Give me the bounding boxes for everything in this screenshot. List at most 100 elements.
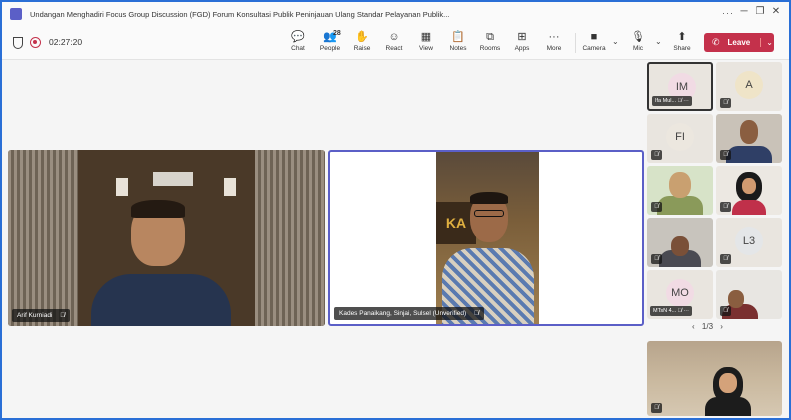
mic-button[interactable]: 🎙 Mic [621, 30, 655, 58]
next-page-icon[interactable]: › [720, 322, 723, 331]
person-body [705, 397, 751, 416]
background-cabinet [255, 150, 325, 326]
people-button[interactable]: 👥 28 People [313, 30, 347, 58]
close-button[interactable]: ✕ [768, 6, 784, 17]
camera-options-chevron-icon[interactable]: ⌄ [612, 37, 619, 46]
participant-name: Kades Panaikang, Sinjai, Sulsel (Unverif… [339, 310, 467, 317]
person-body [726, 146, 772, 163]
phone-hangup-icon: ✆ [712, 37, 720, 47]
raise-hand-icon: ✋ [355, 31, 369, 43]
mic-off-icon: 🎙̸ [720, 98, 731, 108]
mic-off-icon: 🎙̸ [60, 312, 66, 319]
avatar: A [735, 71, 763, 99]
teams-meeting-window: Undangan Menghadiri Focus Group Discussi… [2, 2, 789, 418]
video-tile-arif[interactable]: Arif Kurniadi 🎙̸ [8, 150, 325, 326]
chat-button[interactable]: 💬 Chat [281, 30, 315, 58]
minimize-button[interactable]: ─ [736, 6, 752, 17]
gallery-tile-a[interactable]: A 🎙̸ [716, 62, 782, 111]
gallery-tile-fi[interactable]: FI 🎙̸ [647, 114, 713, 163]
react-button[interactable]: ☺ React [377, 30, 411, 58]
more-icon: ··· [548, 31, 560, 43]
person-head [728, 290, 744, 308]
notes-icon: 📋 [451, 31, 465, 43]
mic-off-icon: 🎙̸ [651, 150, 662, 160]
rooms-label: Rooms [479, 45, 501, 52]
participant-name-tag: Arif Kurniadi 🎙̸ [12, 309, 71, 322]
participant-person [83, 200, 231, 326]
glasses [474, 210, 504, 217]
person-head [669, 172, 691, 198]
gallery-tile-im[interactable]: IM Ifa Mul... 🎙̸ ··· [647, 62, 713, 111]
camera-icon: ■ [590, 31, 598, 43]
gallery-tile-video[interactable]: 🎙̸ [647, 166, 713, 215]
view-label: View [419, 45, 433, 52]
meeting-stage: Arif Kurniadi 🎙̸ KA Kades Panaikang, Sin… [2, 60, 789, 418]
self-view-video[interactable]: 🎙̸ [647, 341, 782, 416]
apps-button[interactable]: ⊞ Apps [505, 30, 539, 58]
shield-icon[interactable] [13, 37, 23, 49]
chat-label: Chat [291, 45, 305, 52]
participant-video-frame: KA [436, 152, 539, 324]
mic-off-icon: 🎙̸ [720, 202, 731, 212]
person-head [719, 373, 737, 393]
person-head [671, 236, 689, 256]
gallery-tile-video[interactable]: 🎙̸ [716, 166, 782, 215]
more-icon[interactable]: ··· [683, 308, 689, 314]
gallery-pager: ‹ 1/3 › [692, 322, 723, 331]
avatar: L3 [735, 227, 763, 255]
more-button[interactable]: ··· More [537, 30, 571, 58]
restore-button[interactable]: ❐ [752, 6, 768, 17]
leave-options-chevron-icon[interactable]: ⌄ [760, 38, 773, 47]
gallery-tile-l3[interactable]: L3 🎙̸ [716, 218, 782, 267]
wall-photo [222, 176, 238, 198]
person-body [657, 196, 703, 215]
participant-name-tag: Kades Panaikang, Sinjai, Sulsel (Unverif… [334, 307, 484, 320]
more-label: More [546, 45, 562, 52]
avatar: FI [666, 123, 694, 151]
rooms-icon: ⧉ [486, 31, 494, 43]
people-count: 28 [333, 30, 341, 37]
person-hair [470, 192, 508, 204]
share-button[interactable]: ⬆ Share [665, 30, 699, 58]
people-label: People [319, 45, 341, 52]
meeting-toolbar: 02:27:20 💬 Chat 👥 28 People ✋ Raise ☺ Re… [2, 26, 789, 60]
rooms-button[interactable]: ⧉ Rooms [473, 30, 507, 58]
window-title: Undangan Menghadiri Focus Group Discussi… [30, 9, 450, 19]
person-head [742, 178, 756, 194]
title-more-icon[interactable]: ··· [722, 8, 734, 18]
background-cabinet [8, 150, 78, 326]
gallery-tile-video[interactable]: 🎙̸ [647, 218, 713, 267]
camera-button[interactable]: ■ Camera [577, 30, 611, 58]
title-bar: Undangan Menghadiri Focus Group Discussi… [2, 2, 789, 26]
chat-icon: 💬 [291, 31, 305, 43]
gallery-tile-video[interactable]: 🎙̸ [716, 270, 782, 319]
person-hair [131, 200, 185, 218]
mic-options-chevron-icon[interactable]: ⌄ [655, 37, 662, 46]
view-icon: ▦ [420, 31, 432, 43]
wall-logo [153, 172, 193, 186]
leave-button[interactable]: ✆ Leave ⌄ [704, 33, 774, 52]
mic-off-icon: 🎙̸ [677, 308, 682, 314]
participant-name-tag: Ifa Mul... 🎙̸ ··· [652, 96, 692, 106]
share-icon: ⬆ [677, 31, 687, 43]
more-icon[interactable]: ··· [683, 98, 689, 104]
video-tile-kades[interactable]: KA Kades Panaikang, Sinjai, Sulsel (Unve… [328, 150, 644, 326]
previous-page-icon[interactable]: ‹ [692, 322, 695, 331]
notes-button[interactable]: 📋 Notes [441, 30, 475, 58]
mic-off-icon: 🎙̸ [720, 306, 731, 316]
gallery-tile-video[interactable]: 🎙̸ [716, 114, 782, 163]
mic-off-icon: 🎙̸ [677, 98, 682, 104]
raise-label: Raise [353, 45, 371, 52]
gallery-tile-mo[interactable]: MO MTsN 4... 🎙̸ ··· [647, 270, 713, 319]
participant-name: Arif Kurniadi [17, 312, 53, 319]
mic-off-icon: 🎙 [631, 31, 645, 43]
recording-icon [30, 37, 41, 48]
notes-label: Notes [449, 45, 467, 52]
teams-logo-icon [10, 8, 22, 20]
raise-button[interactable]: ✋ Raise [345, 30, 379, 58]
person-body [732, 200, 766, 215]
mic-off-icon: 🎙̸ [720, 150, 731, 160]
view-button[interactable]: ▦ View [409, 30, 443, 58]
person-head [740, 120, 758, 144]
avatar: MO [666, 279, 694, 307]
